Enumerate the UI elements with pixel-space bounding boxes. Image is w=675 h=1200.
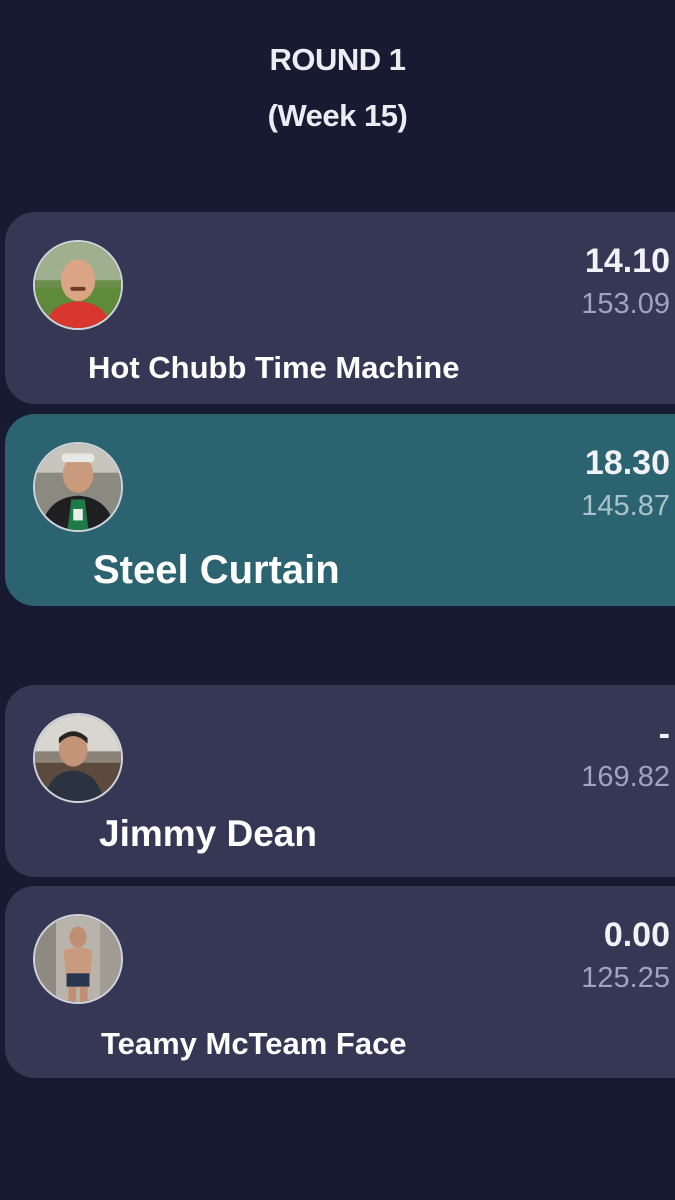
matchup-card-teamy-mcteam-face[interactable]: 0.00 125.25 Teamy McTeam Face (5, 886, 675, 1078)
person-photo-icon (35, 715, 121, 801)
team-avatar (33, 442, 123, 532)
person-photo-icon (35, 916, 121, 1002)
team-name: Hot Chubb Time Machine (88, 350, 460, 385)
team-name: Teamy McTeam Face (101, 1026, 407, 1061)
playoff-bracket-screen: ROUND 1 (Week 15) 14.10 153.09 Hot Chubb… (0, 0, 675, 1200)
current-score: 18.30 (584, 444, 670, 482)
current-score: 14.10 (584, 242, 670, 280)
projected-score: 145.87 (581, 490, 670, 522)
projected-score: 153.09 (581, 288, 670, 320)
matchup-card-steel-curtain[interactable]: 18.30 145.87 Steel Curtain (5, 414, 675, 606)
projected-score: 125.25 (581, 962, 670, 994)
matchup-card-hot-chubb-time-machine[interactable]: 14.10 153.09 Hot Chubb Time Machine (5, 212, 675, 404)
projected-score: 169.82 (581, 761, 670, 793)
matchup-card-jimmy-dean[interactable]: - 169.82 Jimmy Dean (5, 685, 675, 877)
team-avatar (33, 914, 123, 1004)
team-avatar (33, 240, 123, 330)
current-score: 0.00 (603, 916, 670, 954)
person-photo-icon (35, 242, 121, 328)
person-photo-icon (35, 444, 121, 530)
round-title: ROUND 1 (269, 42, 406, 77)
team-name: Jimmy Dean (99, 813, 317, 854)
current-score: - (658, 715, 670, 753)
week-subtitle: (Week 15) (267, 98, 408, 133)
team-name: Steel Curtain (93, 548, 340, 592)
team-avatar (33, 713, 123, 803)
